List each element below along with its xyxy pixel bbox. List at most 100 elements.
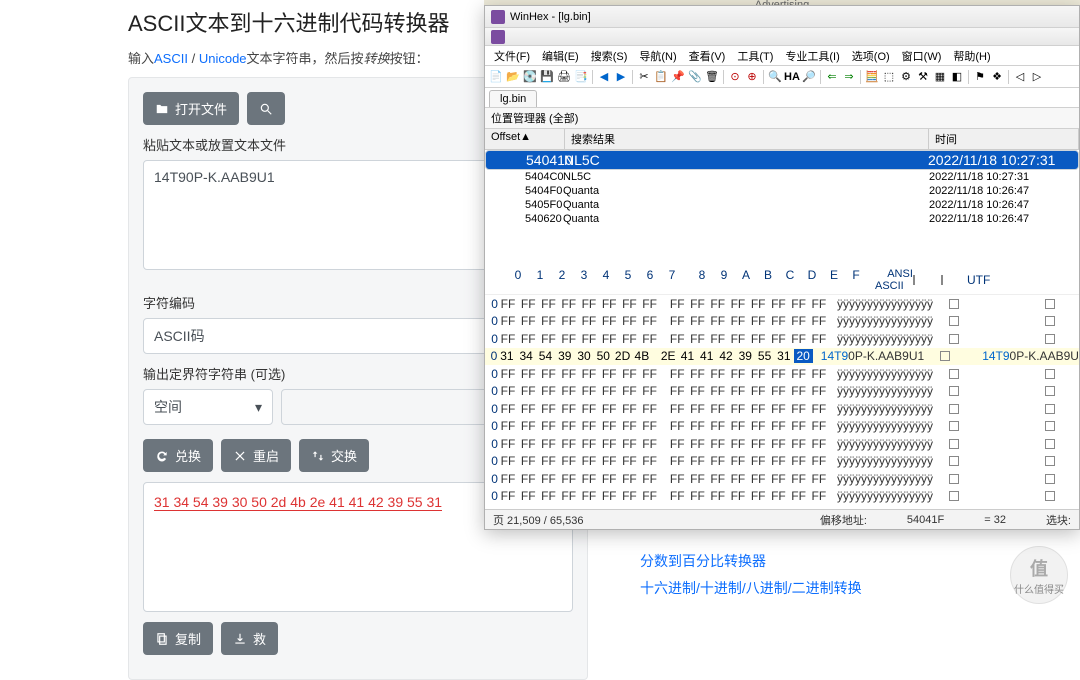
winhex-icon: [491, 10, 505, 24]
menu-bar[interactable]: 文件(F)编辑(E)搜索(S)导航(N)查看(V)工具(T)专业工具(I)选项(…: [485, 46, 1079, 66]
print-icon[interactable]: 🖨: [556, 69, 572, 85]
right-icon[interactable]: ⇒: [841, 69, 857, 85]
tool4-icon[interactable]: ◧: [949, 69, 965, 85]
menu-item[interactable]: 文件(F): [489, 47, 535, 65]
menu-item[interactable]: 编辑(E): [537, 47, 584, 65]
tool3-icon[interactable]: ▦: [932, 69, 948, 85]
menu-item[interactable]: 选项(O): [847, 47, 895, 65]
delimiter-select[interactable]: 空间▾: [143, 389, 273, 425]
hex-row[interactable]: 0FFFFFFFFFFFFFFFFFFFFFFFFFFFFFFFFÿÿÿÿÿÿÿ…: [485, 488, 1079, 506]
win-icon[interactable]: ❖: [989, 69, 1005, 85]
hex-row[interactable]: 0FFFFFFFFFFFFFFFFFFFFFFFFFFFFFFFFÿÿÿÿÿÿÿ…: [485, 453, 1079, 471]
tool2-icon[interactable]: ⚒: [915, 69, 931, 85]
toolbar[interactable]: 📄 📂 💽 💾 🖨 📑 ◀ ▶ ✂ 📋 📌 📎 🗑 ⊙ ⊕ 🔍 HA 🔎 ⇐ ⇒…: [485, 66, 1079, 88]
refresh-icon: [155, 449, 169, 463]
tool1-icon[interactable]: ⚙: [898, 69, 914, 85]
window-titlebar-sub: [485, 28, 1079, 46]
disk-icon[interactable]: 💽: [522, 69, 538, 85]
hex-row[interactable]: 0FFFFFFFFFFFFFFFFFFFFFFFFFFFFFFFFÿÿÿÿÿÿÿ…: [485, 295, 1079, 313]
opt-icon[interactable]: ⚑: [972, 69, 988, 85]
hex-row[interactable]: 0FFFFFFFFFFFFFFFFFFFFFFFFFFFFFFFFÿÿÿÿÿÿÿ…: [485, 418, 1079, 436]
winhex-window: WinHex - [lg.bin] 文件(F)编辑(E)搜索(S)导航(N)查看…: [484, 5, 1080, 530]
chevron-down-icon: ▾: [255, 399, 262, 416]
left-icon[interactable]: ⇐: [824, 69, 840, 85]
hex-row[interactable]: 0FFFFFFFFFFFFFFFFFFFFFFFFFFFFFFFFÿÿÿÿÿÿÿ…: [485, 313, 1079, 331]
status-offset: 54041F: [907, 514, 944, 526]
link-fraction-percent[interactable]: 分数到百分比转换器: [640, 548, 862, 575]
status-sel: 选块:: [1046, 512, 1071, 528]
swap-button[interactable]: 交换: [299, 439, 369, 472]
convert-button[interactable]: 兑换: [143, 439, 213, 472]
winhex-icon: [491, 30, 505, 44]
status-eq: = 32: [984, 514, 1006, 526]
menu-item[interactable]: 帮助(H): [948, 47, 995, 65]
search-result-row[interactable]: 540410NL5C2022/11/18 10:27:31: [485, 150, 1079, 170]
paste-icon[interactable]: 📌: [670, 69, 686, 85]
goto2-icon[interactable]: ⊕: [744, 69, 760, 85]
fwd-icon[interactable]: ▶: [613, 69, 629, 85]
smzdm-badge[interactable]: 值 什么值得买: [1010, 546, 1068, 604]
file-tabs[interactable]: lg.bin: [485, 88, 1079, 108]
status-offset-label: 偏移地址:: [820, 512, 867, 528]
goto-icon[interactable]: ⊙: [727, 69, 743, 85]
search-results-header[interactable]: Offset▲ 搜索结果 时间: [485, 129, 1079, 150]
prev-icon[interactable]: ◁: [1012, 69, 1028, 85]
reset-button[interactable]: 重启: [221, 439, 291, 472]
search-icon: [259, 102, 273, 116]
search-results-list[interactable]: 540410NL5C2022/11/18 10:27:315404C0NL5C2…: [485, 150, 1079, 226]
status-page: 页 21,509 / 65,536: [493, 512, 584, 528]
hex-row[interactable]: 0FFFFFFFFFFFFFFFFFFFFFFFFFFFFFFFFÿÿÿÿÿÿÿ…: [485, 365, 1079, 383]
hex-view[interactable]: 0123456789ABCDEF ANSI ASCIIUTF 0FFFFFFFF…: [485, 266, 1079, 509]
back-icon[interactable]: ◀: [596, 69, 612, 85]
hex-header: 0123456789ABCDEF ANSI ASCIIUTF: [485, 266, 1079, 295]
open-icon[interactable]: 📂: [505, 69, 521, 85]
related-links: 分数到百分比转换器 十六进制/十进制/八进制/二进制转换: [640, 548, 862, 601]
location-manager-label: 位置管理器 (全部): [485, 108, 1079, 129]
copy-icon[interactable]: 📋: [653, 69, 669, 85]
findhex-icon[interactable]: HA: [784, 69, 800, 85]
menu-item[interactable]: 导航(N): [634, 47, 681, 65]
download-icon: [233, 632, 247, 646]
window-titlebar[interactable]: WinHex - [lg.bin]: [485, 6, 1079, 28]
hex-row[interactable]: 0FFFFFFFFFFFFFFFFFFFFFFFFFFFFFFFFÿÿÿÿÿÿÿ…: [485, 435, 1079, 453]
search-result-row[interactable]: 5404F0Quanta2022/11/18 10:26:47: [485, 184, 1079, 198]
save-icon[interactable]: 💾: [539, 69, 555, 85]
search-result-row[interactable]: 5405F0Quanta2022/11/18 10:26:47: [485, 198, 1079, 212]
props-icon[interactable]: 📑: [573, 69, 589, 85]
status-bar: 页 21,509 / 65,536 偏移地址: 54041F = 32 选块:: [485, 509, 1079, 529]
hex-row[interactable]: 0FFFFFFFFFFFFFFFFFFFFFFFFFFFFFFFFÿÿÿÿÿÿÿ…: [485, 330, 1079, 348]
hex-row[interactable]: 0FFFFFFFFFFFFFFFFFFFFFFFFFFFFFFFFÿÿÿÿÿÿÿ…: [485, 470, 1079, 488]
paste2-icon[interactable]: 📎: [687, 69, 703, 85]
folder-icon: [155, 102, 169, 116]
copy-button[interactable]: 复制: [143, 622, 213, 655]
link-unicode[interactable]: Unicode: [199, 51, 247, 66]
ram-icon[interactable]: ⬚: [881, 69, 897, 85]
menu-item[interactable]: 窗口(W): [897, 47, 947, 65]
hex-row-selected[interactable]: 03134543930502D4B2E4141423955312014T90P-…: [485, 348, 1079, 366]
menu-item[interactable]: 搜索(S): [586, 47, 633, 65]
hex-row[interactable]: 0FFFFFFFFFFFFFFFFFFFFFFFFFFFFFFFFÿÿÿÿÿÿÿ…: [485, 400, 1079, 418]
save-button[interactable]: 救: [221, 622, 278, 655]
hex-body[interactable]: 0FFFFFFFFFFFFFFFFFFFFFFFFFFFFFFFFÿÿÿÿÿÿÿ…: [485, 295, 1079, 505]
search-result-row[interactable]: 540620Quanta2022/11/18 10:26:47: [485, 212, 1079, 226]
menu-item[interactable]: 工具(T): [732, 47, 778, 65]
calc-icon[interactable]: 🧮: [864, 69, 880, 85]
hex-row[interactable]: 0FFFFFFFFFFFFFFFFFFFFFFFFFFFFFFFFÿÿÿÿÿÿÿ…: [485, 383, 1079, 401]
new-icon[interactable]: 📄: [488, 69, 504, 85]
find-icon[interactable]: 🔍: [767, 69, 783, 85]
findtext-icon[interactable]: 🔎: [801, 69, 817, 85]
copy-icon: [155, 632, 169, 646]
open-file-button[interactable]: 打开文件: [143, 92, 239, 125]
menu-item[interactable]: 查看(V): [684, 47, 731, 65]
search-result-row[interactable]: 5404C0NL5C2022/11/18 10:27:31: [485, 170, 1079, 184]
next-icon[interactable]: ▷: [1029, 69, 1045, 85]
cut-icon[interactable]: ✂: [636, 69, 652, 85]
del-icon[interactable]: 🗑: [704, 69, 720, 85]
link-ascii[interactable]: ASCII: [154, 51, 188, 66]
close-icon: [233, 449, 247, 463]
link-hex-dec-oct-bin[interactable]: 十六进制/十进制/八进制/二进制转换: [640, 575, 862, 602]
menu-item[interactable]: 专业工具(I): [780, 47, 844, 65]
swap-icon: [311, 449, 325, 463]
tab-lgbin[interactable]: lg.bin: [489, 90, 537, 107]
search-button[interactable]: [247, 92, 285, 125]
